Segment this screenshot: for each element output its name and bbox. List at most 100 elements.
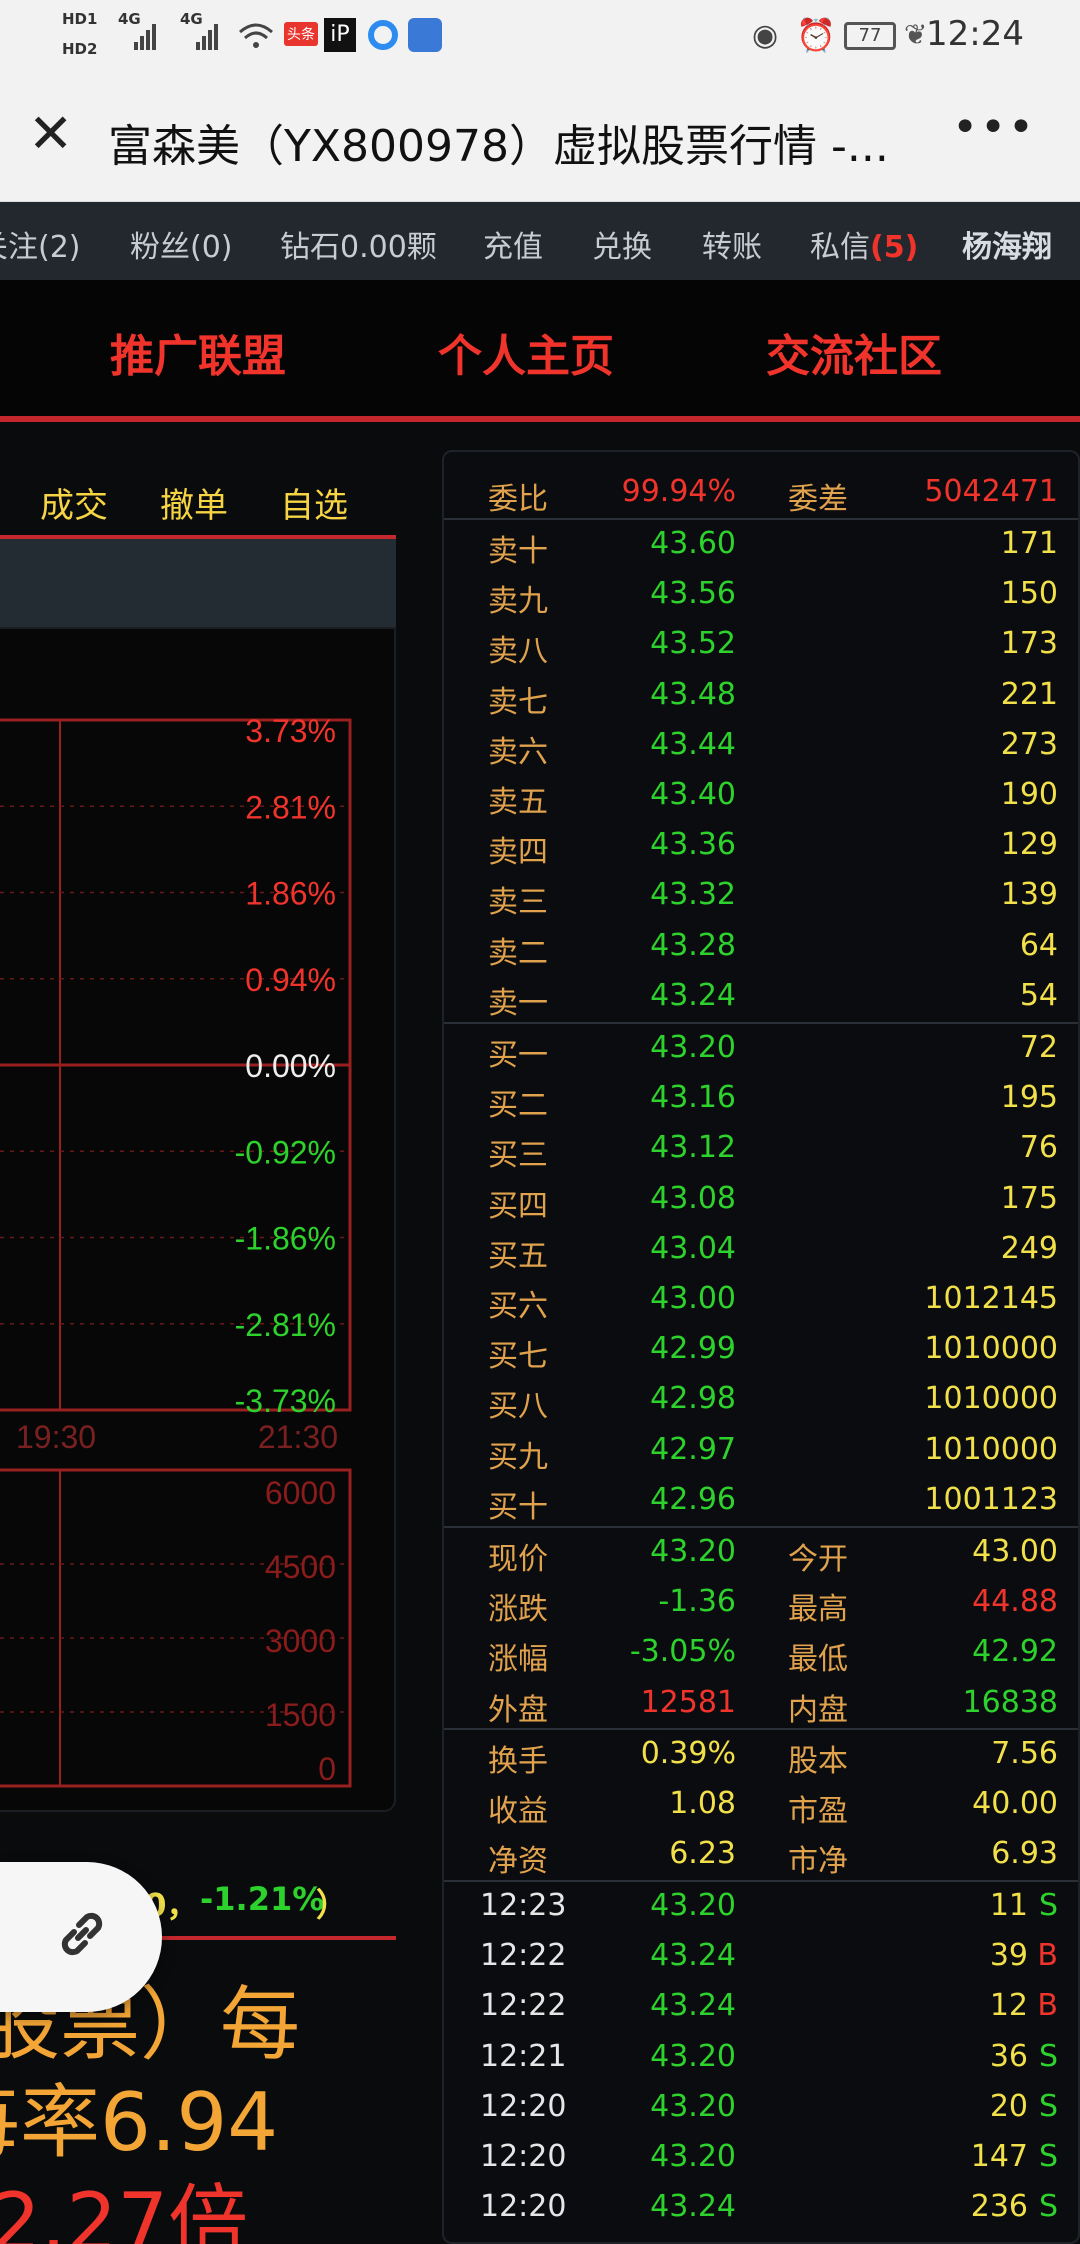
- sell-volume: 171: [1000, 526, 1058, 561]
- message-count-badge: (5): [870, 230, 919, 265]
- sell-level-label: 卖十: [488, 534, 548, 569]
- quote-value: 43.20: [650, 1534, 736, 1569]
- follow-link[interactable]: 关注(2): [0, 222, 81, 266]
- volume-tick-label: 6000: [265, 1475, 336, 1511]
- more-menu-icon[interactable]: •••: [952, 102, 1036, 153]
- diamond-link[interactable]: 钻石0.00颗: [280, 222, 437, 266]
- tab-watchlist[interactable]: 自选: [280, 478, 348, 527]
- fundamental-value: 7.56: [991, 1736, 1058, 1771]
- tick-row: 12:22 43.24 39 B: [444, 1932, 1078, 1982]
- main-nav: 推广联盟 个人主页 交流社区: [0, 280, 1080, 422]
- sell-volume: 190: [1000, 777, 1058, 812]
- buy-volume: 72: [1019, 1030, 1058, 1065]
- percent-tick-label: -2.81%: [235, 1307, 336, 1343]
- tick-side: S: [1038, 1888, 1058, 1923]
- tick-volume: 11: [989, 1888, 1028, 1923]
- buy-volume: 1010000: [924, 1331, 1058, 1367]
- message-label: 私信: [810, 230, 870, 265]
- tick-row: 12:21 43.20 36 S: [444, 2033, 1078, 2083]
- sell-price: 43.56: [650, 576, 736, 612]
- sell-level-label: 卖四: [488, 835, 548, 871]
- fundamental-label: 换手: [488, 1744, 548, 1779]
- recharge-link[interactable]: 充值: [483, 222, 543, 266]
- ratio-label: 委比: [488, 482, 548, 517]
- eye-icon: ◉: [752, 18, 779, 53]
- toutiao-app-badge: 头条: [284, 22, 318, 46]
- chart-svg: 3.73% 2.81% 1.86% 0.94% 0.00% -0.92% -1.86% -2.…: [0, 713, 352, 1788]
- share-link-button[interactable]: [0, 1862, 162, 2012]
- quote-value: 16838: [962, 1684, 1058, 1720]
- quote-label: 今开: [788, 1542, 848, 1577]
- volume-tick-label: 4500: [265, 1549, 336, 1585]
- chart-app-icon: [408, 18, 442, 52]
- tick-volume: 236: [970, 2189, 1028, 2225]
- fundamental-label: 净资: [488, 1844, 548, 1880]
- buy-volume: 1001123: [924, 1481, 1058, 1517]
- tick-price: 43.24: [650, 1938, 736, 1974]
- buy-volume: 1010000: [924, 1431, 1058, 1467]
- price-close-paren: ）: [316, 1886, 349, 1924]
- fundamental-label: 市净: [788, 1844, 848, 1880]
- diff-value: 5042471: [924, 474, 1058, 509]
- nav-homepage[interactable]: 个人主页: [438, 320, 614, 384]
- diff-label: 委差: [788, 482, 848, 517]
- buy-volume: 249: [1000, 1230, 1058, 1266]
- tick-price: 43.20: [650, 1888, 736, 1923]
- buy-price: 43.08: [650, 1180, 736, 1216]
- fundamental-value: 1.08: [669, 1786, 736, 1822]
- sell-level-label: 卖六: [488, 734, 548, 770]
- nav-community[interactable]: 交流社区: [766, 320, 942, 384]
- link-icon: [61, 1912, 103, 1956]
- tick-price: 43.20: [650, 2088, 736, 2124]
- sell-volume: 173: [1000, 626, 1058, 662]
- sell-level-label: 卖八: [488, 634, 548, 670]
- tick-price: 43.24: [650, 1988, 736, 2024]
- quote-label: 内盘: [788, 1692, 848, 1728]
- sell-level-label: 卖九: [488, 584, 548, 620]
- ip-app-icon: iP: [324, 18, 356, 52]
- percent-tick-label: 0.00%: [245, 1048, 336, 1084]
- time-tick-label: 19:30: [16, 1419, 96, 1455]
- close-icon[interactable]: ✕: [28, 107, 80, 161]
- buy-row: 买八 42.98 1010000: [444, 1375, 1078, 1425]
- sell-level-label: 卖七: [488, 684, 548, 720]
- alarm-icon: ⏰: [796, 16, 836, 54]
- ratio-value: 99.94%: [621, 474, 736, 509]
- username-link[interactable]: 杨海翔: [962, 222, 1052, 266]
- quote-value: 12581: [640, 1684, 736, 1720]
- buy-row: 买二 43.16 195: [444, 1074, 1078, 1124]
- fundamental-value: 0.39%: [640, 1736, 736, 1771]
- nav-promotion[interactable]: 推广联盟: [110, 320, 286, 384]
- quote-label: 现价: [488, 1542, 548, 1577]
- transfer-link[interactable]: 转账: [702, 222, 762, 266]
- percent-tick-label: -3.73%: [235, 1383, 336, 1419]
- quote-value: 43.00: [972, 1534, 1058, 1569]
- buy-volume: 175: [1000, 1180, 1058, 1216]
- sell-volume: 129: [1000, 827, 1058, 863]
- sell-row: 卖一 43.24 54: [444, 972, 1078, 1022]
- sell-level-label: 卖一: [488, 985, 548, 1021]
- sell-volume: 221: [1000, 676, 1058, 712]
- fundamental-value: 6.93: [991, 1836, 1058, 1872]
- buy-level-label: 买九: [488, 1439, 548, 1475]
- sell-row: 卖十 43.60 171: [444, 520, 1078, 570]
- order-book-panel: 委比 99.94% 委差 5042471 卖十 43.60 171 卖九 43.56 15…: [442, 450, 1080, 2244]
- chart-header: [0, 539, 396, 627]
- sell-level-label: 卖二: [488, 935, 548, 971]
- buy-volume: 195: [1000, 1080, 1058, 1116]
- tab-deals[interactable]: 成交: [40, 478, 108, 527]
- sell-row: 卖四 43.36 129: [444, 821, 1078, 871]
- tab-cancel[interactable]: 撤单: [160, 478, 228, 527]
- fans-link[interactable]: 粉丝(0): [130, 222, 233, 266]
- fundamentals-row: 收益 1.08 市盈 40.00: [444, 1780, 1078, 1830]
- buy-row: 买六 43.00 1012145: [444, 1275, 1078, 1325]
- tick-volume: 12: [989, 1988, 1028, 2024]
- tick-row: 12:20 43.20 147 S: [444, 2133, 1078, 2183]
- message-link[interactable]: 私信(5): [810, 222, 918, 266]
- buy-row: 买一 43.20 72: [444, 1024, 1078, 1074]
- sell-price: 43.36: [650, 827, 736, 863]
- buy-price: 43.00: [650, 1281, 736, 1316]
- status-bar: HD1 HD2 4G 4G 头条 iP ◉ ⏰ 77 ❦ 12:24: [0, 0, 1080, 72]
- exchange-link[interactable]: 兑换: [592, 222, 652, 266]
- ratio-row: 委比 99.94% 委差 5042471: [444, 468, 1078, 518]
